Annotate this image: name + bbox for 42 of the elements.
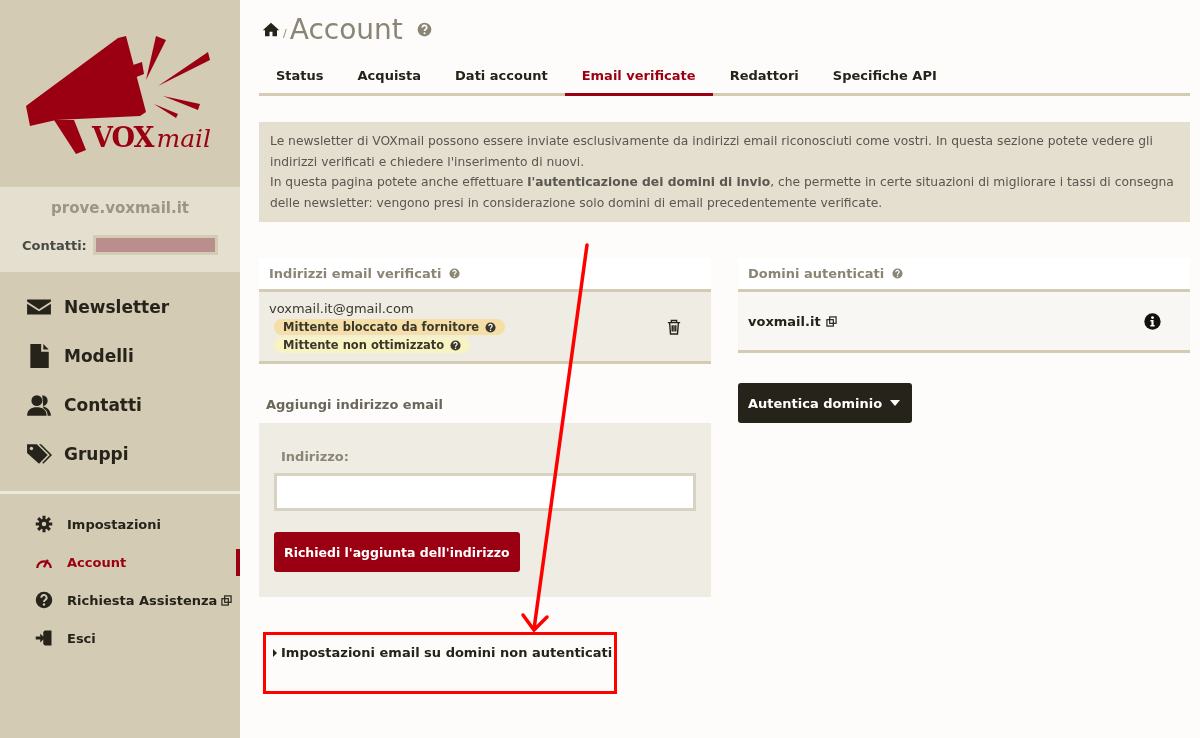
site-name: prove.voxmail.it [51, 199, 189, 217]
breadcrumb-separator: / [283, 26, 287, 40]
section-title: Indirizzi email verificati [269, 266, 442, 281]
tab[interactable]: Status [259, 58, 341, 96]
tab[interactable]: Acquista [340, 58, 439, 96]
field-label: Indirizzo: [281, 449, 349, 464]
email-address: voxmail.it@gmail.com [269, 301, 414, 316]
address-input[interactable] [274, 473, 696, 511]
status-tag[interactable]: Mittente bloccato da fornitore [274, 319, 506, 335]
exit-icon [35, 629, 53, 647]
page-title: Account [289, 12, 403, 46]
request-button[interactable]: Richiedi l'aggiunta dell'indirizzo [274, 532, 520, 572]
status-tag[interactable]: Mittente non ottimizzato [274, 337, 471, 353]
settings-icon [35, 515, 53, 533]
section-title: Domini autenticati [748, 266, 885, 281]
help-icon[interactable] [485, 321, 497, 333]
delete-icon[interactable] [667, 319, 681, 335]
nav-item[interactable]: Account [0, 543, 240, 581]
nav-item[interactable]: Impostazioni [0, 505, 240, 543]
help-icon [35, 591, 53, 609]
nav-item[interactable]: Modelli [0, 331, 240, 380]
nav-item[interactable]: Gruppi [0, 429, 240, 478]
home-icon[interactable] [262, 21, 280, 37]
logo-wordmark: VOXmail [92, 122, 212, 153]
info-icon[interactable] [1144, 312, 1161, 330]
info-text: Le newsletter di VOXmail possono essere inviate esclusivamente da indirizzi email riconosciuti come vostri. In questa sezione potete vedere gli indirizzi verificati e chiedere l'inserimento di nuovi. [270, 133, 1154, 171]
nav-item[interactable]: Esci [0, 619, 240, 657]
authenticate-domain-button[interactable]: Autentica dominio [738, 383, 913, 423]
tab[interactable]: Email verificate [564, 58, 713, 96]
section-title: Aggiungi indirizzo email [265, 397, 444, 414]
expander-toggle[interactable]: Impostazioni email su domini non autenticati [273, 645, 613, 660]
nav-item[interactable]: Newsletter [0, 282, 240, 331]
help-icon[interactable] [450, 339, 462, 351]
external-link-icon[interactable] [825, 315, 837, 327]
info-text: In questa pagina potete anche effettuare l'autenticazione dei domini di invio, che permette in certe situazioni di migliorare i tassi di consegna delle newsletter: vengono presi in considerazione solo domini di email precedentemente verificate. [270, 174, 1175, 212]
nav-item[interactable]: Richiesta Assistenza [0, 581, 240, 619]
tab[interactable]: Redattori [712, 58, 816, 96]
contacts-label: Contatti: [22, 237, 87, 253]
tab[interactable]: Specifiche API [815, 58, 954, 96]
tab[interactable]: Dati account [438, 58, 565, 96]
nav-item[interactable]: Contatti [0, 380, 240, 429]
domain-name: voxmail.it [748, 313, 821, 329]
